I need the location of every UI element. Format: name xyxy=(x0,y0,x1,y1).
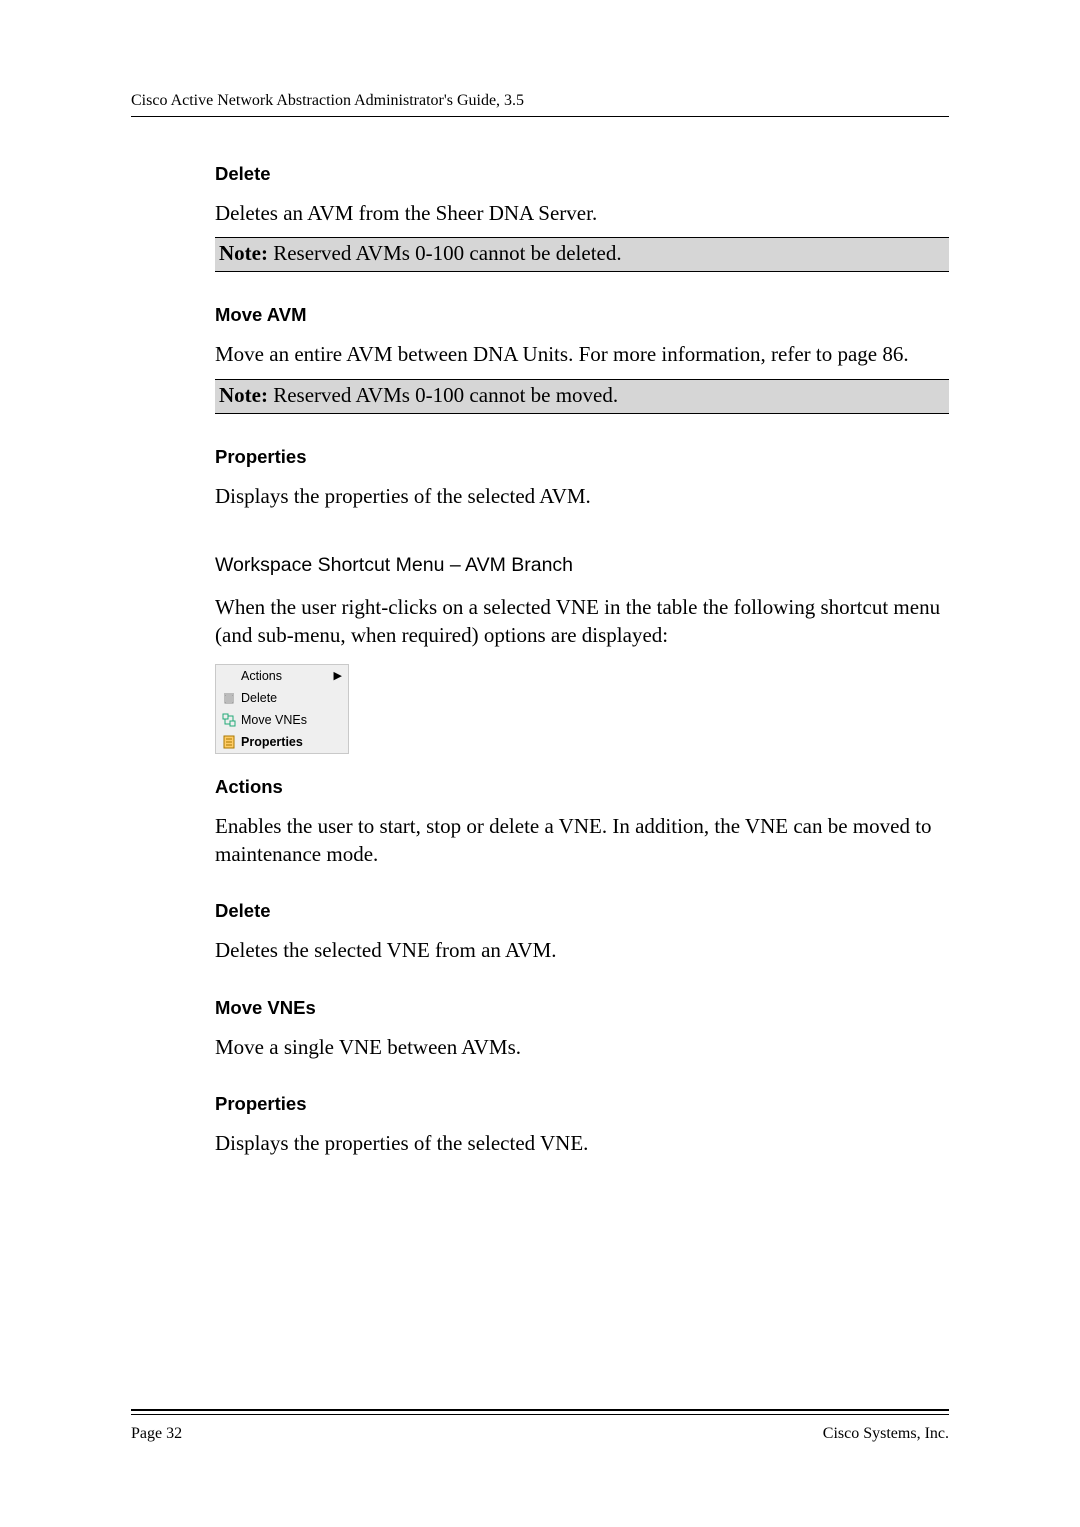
menu-label: Properties xyxy=(241,735,303,749)
note-label: Note: xyxy=(219,241,268,265)
context-menu-screenshot: Actions ▶ Delete Move VNEs Properties xyxy=(215,664,349,754)
body-actions: Enables the user to start, stop or delet… xyxy=(215,812,949,869)
page: Cisco Active Network Abstraction Adminis… xyxy=(0,0,1080,1527)
heading-properties-avm: Properties xyxy=(215,446,949,468)
heading-delete-vne: Delete xyxy=(215,900,949,922)
footer-company: Cisco Systems, Inc. xyxy=(823,1425,949,1443)
submenu-arrow-icon: ▶ xyxy=(334,669,342,682)
sub-heading-workspace: Workspace Shortcut Menu – AVM Branch xyxy=(215,554,949,577)
heading-delete-avm: Delete xyxy=(215,163,949,185)
move-icon xyxy=(222,713,236,727)
body-properties-avm: Displays the properties of the selected … xyxy=(215,482,949,510)
body-properties-vne: Displays the properties of the selected … xyxy=(215,1129,949,1157)
footer-rule-thick xyxy=(131,1409,949,1411)
page-number: Page 32 xyxy=(131,1425,182,1443)
menu-item-delete: Delete xyxy=(216,687,348,709)
body-delete-avm: Deletes an AVM from the Sheer DNA Server… xyxy=(215,199,949,227)
trash-icon xyxy=(222,691,236,705)
body-delete-vne: Deletes the selected VNE from an AVM. xyxy=(215,936,949,964)
body-move-vnes: Move a single VNE between AVMs. xyxy=(215,1033,949,1061)
footer-rules xyxy=(131,1409,949,1415)
menu-item-actions: Actions ▶ xyxy=(216,665,348,687)
heading-properties-vne: Properties xyxy=(215,1093,949,1115)
body-move-avm: Move an entire AVM between DNA Units. Fo… xyxy=(215,340,949,368)
note-move-avm: Note: Reserved AVMs 0-100 cannot be move… xyxy=(215,379,949,414)
menu-item-move-vnes: Move VNEs xyxy=(216,709,348,731)
body-workspace: When the user right-clicks on a selected… xyxy=(215,593,949,650)
running-header: Cisco Active Network Abstraction Adminis… xyxy=(131,92,949,110)
menu-item-properties: Properties xyxy=(216,731,348,753)
heading-move-vnes: Move VNEs xyxy=(215,997,949,1019)
content-area: Delete Deletes an AVM from the Sheer DNA… xyxy=(131,163,949,1157)
menu-label: Move VNEs xyxy=(241,713,307,727)
footer-rule-thin xyxy=(131,1414,949,1415)
note-delete-avm: Note: Reserved AVMs 0-100 cannot be dele… xyxy=(215,237,949,272)
header-rule xyxy=(131,116,949,117)
note-text: Reserved AVMs 0-100 cannot be deleted. xyxy=(268,241,622,265)
menu-label: Actions xyxy=(241,669,282,683)
properties-icon xyxy=(222,735,236,749)
note-text: Reserved AVMs 0-100 cannot be moved. xyxy=(268,383,618,407)
page-footer: Page 32 Cisco Systems, Inc. xyxy=(131,1409,949,1443)
menu-label: Delete xyxy=(241,691,277,705)
note-label: Note: xyxy=(219,383,268,407)
heading-move-avm: Move AVM xyxy=(215,304,949,326)
heading-actions: Actions xyxy=(215,776,949,798)
